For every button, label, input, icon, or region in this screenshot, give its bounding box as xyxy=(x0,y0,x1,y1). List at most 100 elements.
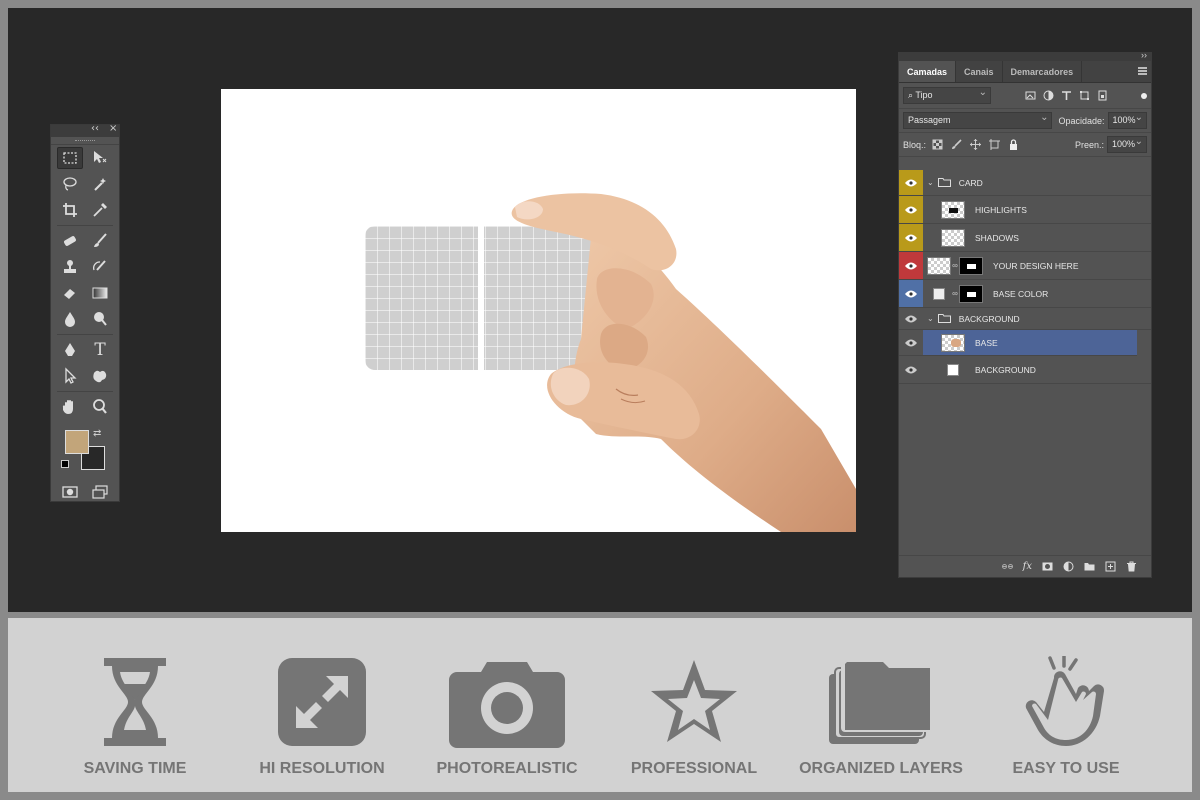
feature-label: SAVING TIME xyxy=(83,760,187,777)
lock-position-icon[interactable] xyxy=(970,139,982,150)
layer-row-base-color[interactable]: ∞ BASE COLOR xyxy=(899,280,1151,308)
zoom-tool-icon[interactable] xyxy=(87,396,113,418)
lock-pixels-icon[interactable] xyxy=(951,139,962,150)
dodge-tool-icon[interactable] xyxy=(87,308,113,330)
collapse-panel-icon[interactable]: ›› xyxy=(1141,50,1147,60)
layer-row-card-group[interactable]: ⌄ CARD xyxy=(899,170,1151,196)
layer-row-base[interactable]: BASE xyxy=(899,330,1137,356)
lock-transparency-icon[interactable] xyxy=(932,139,943,150)
gradient-tool-icon[interactable] xyxy=(87,282,113,304)
shape-filter-icon[interactable] xyxy=(1079,90,1090,101)
opacity-field[interactable]: 100% xyxy=(1107,110,1147,129)
eraser-tool-icon[interactable] xyxy=(57,282,83,304)
visibility-eye-icon[interactable] xyxy=(899,224,923,251)
brush-tool-icon[interactable] xyxy=(87,230,113,252)
collapse-icon[interactable]: ‹‹ xyxy=(91,123,99,134)
type-tool-icon[interactable]: T xyxy=(87,339,113,361)
filter-toggle-icon[interactable] xyxy=(1141,92,1147,99)
screen-mode-icon[interactable] xyxy=(87,481,113,503)
layers-panel: ›› Camadas Canais Demarcadores ⌕ Tipo ⌄ … xyxy=(898,50,1152,578)
link-icon[interactable]: ∞ xyxy=(951,289,959,298)
camera-icon xyxy=(449,662,565,748)
panel-grip[interactable] xyxy=(51,137,119,145)
layer-name: BACKGROUND xyxy=(975,364,1036,375)
adjustment-layer-icon[interactable] xyxy=(1063,561,1074,572)
close-icon[interactable]: × xyxy=(109,123,117,134)
pen-tool-icon[interactable] xyxy=(57,339,83,361)
visibility-eye-icon[interactable] xyxy=(899,170,923,195)
photoshop-workspace: ‹‹ × T ⇄ ›› Camadas Canais Demarcadores … xyxy=(8,8,1192,612)
tab-layers[interactable]: Camadas xyxy=(899,61,957,82)
layer-name: CARD xyxy=(958,177,983,188)
delete-layer-icon[interactable] xyxy=(1126,561,1137,572)
expand-chevron-icon[interactable]: ⌄ xyxy=(927,314,934,323)
panel-tabs: Camadas Canais Demarcadores xyxy=(899,61,1151,83)
tab-channels[interactable]: Canais xyxy=(956,61,1003,82)
layer-filter-dropdown[interactable]: ⌕ Tipo xyxy=(903,85,991,104)
lasso-tool-icon[interactable] xyxy=(57,173,83,195)
tools-panel-header[interactable]: ‹‹ × xyxy=(51,123,119,137)
layer-row-highlights[interactable]: HIGHLIGHTS xyxy=(899,196,1151,224)
foreground-color-swatch[interactable] xyxy=(65,430,89,454)
crop-tool-icon[interactable] xyxy=(57,199,83,221)
marquee-tool-icon[interactable] xyxy=(57,147,83,169)
magic-wand-tool-icon[interactable] xyxy=(87,173,113,195)
layer-row-background-group[interactable]: ⌄ BACKGROUND xyxy=(899,308,1151,330)
adjustment-filter-icon[interactable] xyxy=(1043,90,1054,101)
move-tool-icon[interactable] xyxy=(87,147,113,169)
feature-label: HI RESOLUTION xyxy=(259,760,385,777)
smart-object-filter-icon[interactable] xyxy=(1097,90,1108,101)
add-mask-icon[interactable] xyxy=(1042,561,1053,572)
visibility-eye-icon[interactable] xyxy=(899,308,923,329)
layer-name: BACKGROUND xyxy=(958,313,1020,324)
layer-row-shadows[interactable]: SHADOWS xyxy=(899,224,1151,252)
layer-name: HIGHLIGHTS xyxy=(975,204,1027,215)
panel-menu-icon[interactable] xyxy=(1138,67,1147,75)
layer-mask-thumbnail xyxy=(959,284,983,303)
swap-colors-icon[interactable]: ⇄ xyxy=(93,428,101,439)
layer-name: BASE COLOR xyxy=(993,288,1049,299)
blend-mode-dropdown[interactable]: Passagem xyxy=(903,110,1053,129)
shape-tool-icon[interactable] xyxy=(87,365,113,387)
color-swatches: ⇄ xyxy=(55,426,115,478)
expand-chevron-icon[interactable]: ⌄ xyxy=(927,178,934,187)
feature-label: PHOTOREALISTIC xyxy=(436,760,578,777)
layers-footer: fx xyxy=(899,555,1151,577)
hand-tool-icon[interactable] xyxy=(57,396,83,418)
new-group-icon[interactable] xyxy=(1084,561,1095,572)
tab-paths[interactable]: Demarcadores xyxy=(1003,61,1083,82)
lock-artboard-icon[interactable] xyxy=(989,139,1001,150)
visibility-eye-icon[interactable] xyxy=(899,196,923,223)
layer-thumbnail xyxy=(941,333,965,352)
visibility-eye-icon[interactable] xyxy=(899,330,923,355)
lock-icons xyxy=(932,139,1019,150)
new-layer-icon[interactable] xyxy=(1105,561,1116,572)
expand-icon xyxy=(278,658,366,746)
feature-hi-resolution: HI RESOLUTION xyxy=(227,654,417,778)
default-colors-icon[interactable] xyxy=(61,460,69,468)
healing-brush-tool-icon[interactable] xyxy=(57,230,83,252)
feature-photorealistic: PHOTOREALISTIC xyxy=(412,654,602,778)
lock-label: Bloq.: xyxy=(903,139,927,150)
image-filter-icon[interactable] xyxy=(1025,90,1036,101)
layer-row-your-design-here[interactable]: ∞ YOUR DESIGN HERE xyxy=(899,252,1151,280)
clone-stamp-tool-icon[interactable] xyxy=(57,256,83,278)
lock-all-icon[interactable] xyxy=(1008,139,1019,150)
link-icon[interactable]: ∞ xyxy=(951,261,959,270)
folder-icon xyxy=(937,313,951,325)
blur-tool-icon[interactable] xyxy=(57,308,83,330)
link-layers-icon[interactable] xyxy=(1001,561,1013,572)
hand-image xyxy=(511,193,856,532)
fx-icon[interactable]: fx xyxy=(1023,561,1032,572)
history-brush-tool-icon[interactable] xyxy=(87,256,113,278)
eyedropper-tool-icon[interactable] xyxy=(87,199,113,221)
visibility-eye-icon[interactable] xyxy=(899,356,923,383)
visibility-eye-icon[interactable] xyxy=(899,280,923,307)
document-canvas[interactable] xyxy=(221,89,856,532)
type-filter-icon[interactable] xyxy=(1061,90,1072,101)
layer-row-background[interactable]: BACKGROUND xyxy=(899,356,1151,384)
visibility-eye-icon[interactable] xyxy=(899,252,923,279)
fill-field[interactable]: 100% xyxy=(1107,134,1147,153)
quick-mask-icon[interactable] xyxy=(57,481,83,503)
path-selection-tool-icon[interactable] xyxy=(57,365,83,387)
